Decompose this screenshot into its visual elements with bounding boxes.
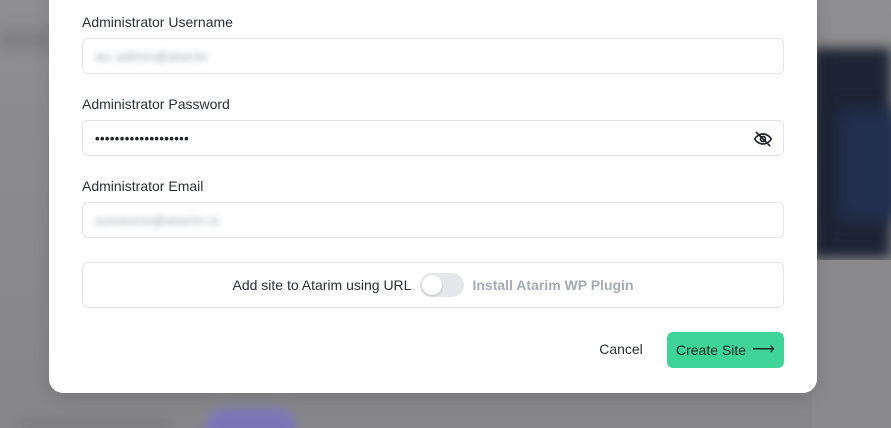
password-value: ••••••••••••••••••• <box>95 130 190 146</box>
cancel-button[interactable]: Cancel <box>585 338 657 360</box>
password-field[interactable]: ••••••••••••••••••• <box>82 120 784 156</box>
backdrop-lower-right <box>812 260 891 428</box>
eye-off-icon[interactable] <box>753 129 773 149</box>
backdrop-dark-panel-inner <box>840 110 891 220</box>
username-label: Administrator Username <box>82 14 233 30</box>
create-site-button[interactable]: Create Site ⟶ <box>667 332 784 368</box>
email-label: Administrator Email <box>82 178 204 194</box>
username-value: wc-admin@atarim <box>95 48 208 64</box>
backdrop-footer-text <box>20 418 170 428</box>
email-value: someone@atarim.io <box>95 212 221 228</box>
atarim-url-label: Add site to Atarim using URL <box>232 277 412 293</box>
backdrop-purple-button <box>205 408 297 428</box>
backdrop-left-element <box>0 30 50 50</box>
atarim-plugin-label: Install Atarim WP Plugin <box>472 277 634 293</box>
username-field[interactable]: wc-admin@atarim <box>82 38 784 74</box>
create-site-modal: Administrator Username wc-admin@atarim A… <box>49 0 817 393</box>
create-site-label: Create Site <box>676 342 747 358</box>
email-field[interactable]: someone@atarim.io <box>82 202 784 238</box>
atarim-mode-toggle[interactable] <box>420 273 465 297</box>
atarim-option-row: Add site to Atarim using URL Install Ata… <box>82 262 784 308</box>
password-label: Administrator Password <box>82 96 230 112</box>
arrow-right-icon: ⟶ <box>752 341 775 358</box>
toggle-knob <box>422 275 443 295</box>
